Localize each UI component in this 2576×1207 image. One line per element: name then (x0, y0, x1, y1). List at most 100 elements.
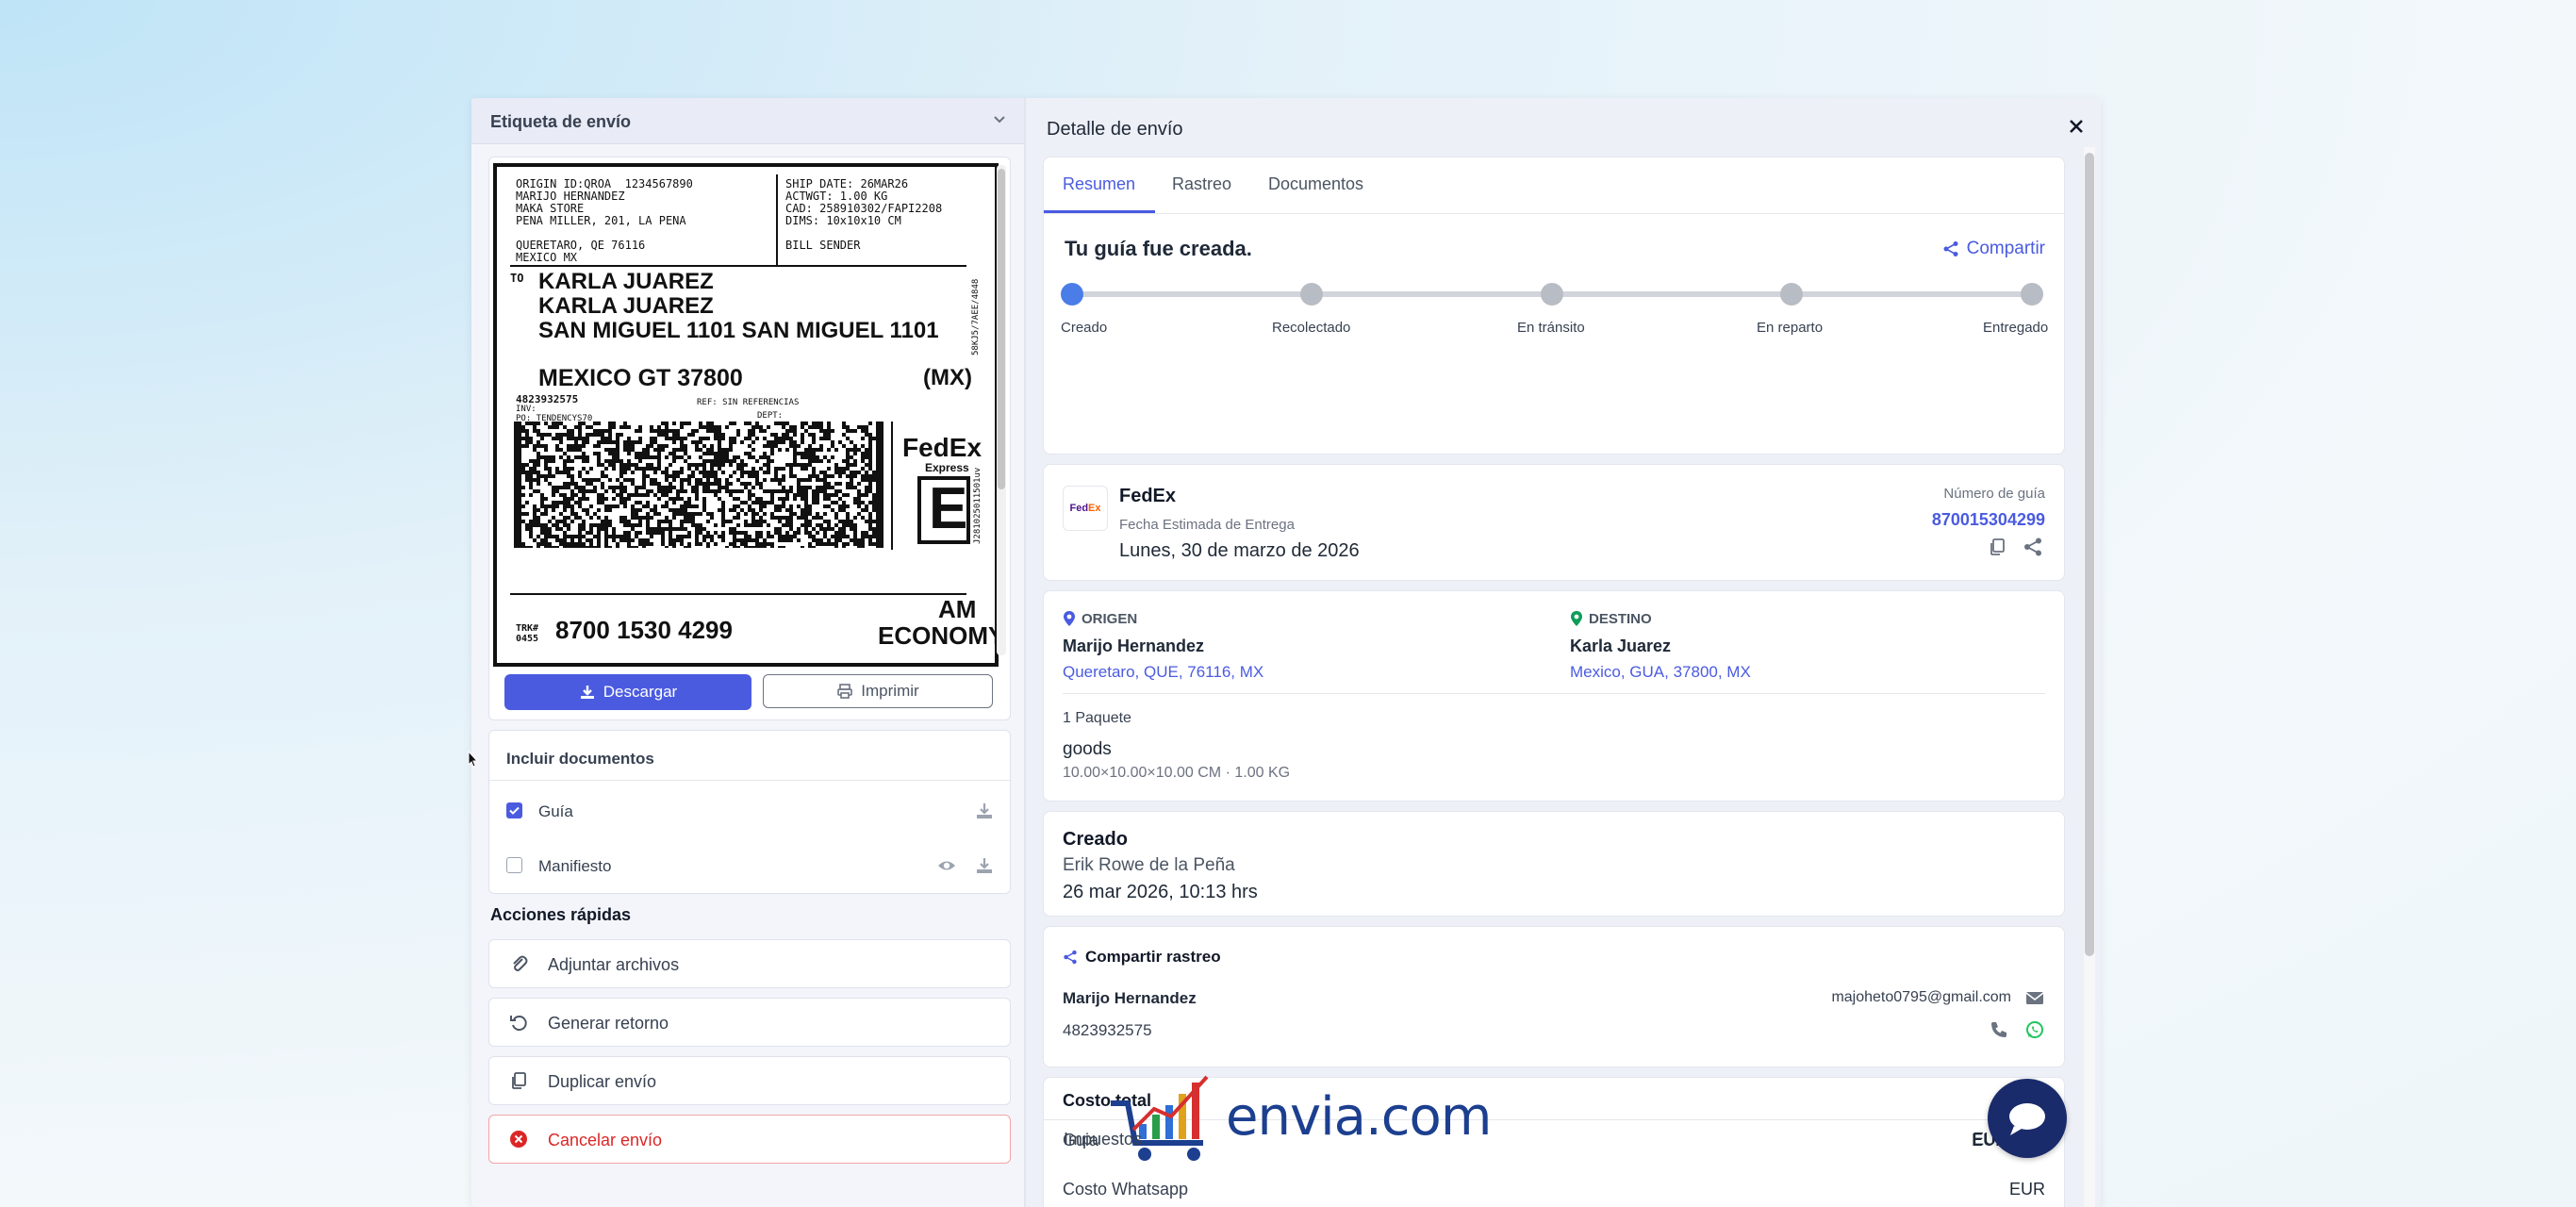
active-tab-indicator (1044, 210, 1155, 213)
step-dot-collected (1300, 283, 1323, 306)
cart-chart-icon (1111, 1075, 1209, 1161)
label-to-line1: KARLA JUAREZ (538, 269, 714, 294)
cost-value: EUR (2008, 1180, 2045, 1199)
label-origin-block: ORIGIN ID:QROA 1234567890 MARIJO HERNAND… (516, 177, 693, 264)
step-label-delivered: Entregado (1983, 320, 2049, 336)
label-side-code: 58KJ5/7AEE/4848 (971, 278, 981, 355)
print-button[interactable]: Imprimir (763, 674, 993, 708)
share-icon (1943, 241, 1958, 256)
eta-label: Fecha Estimada de Entrega (1119, 517, 1295, 533)
origin-heading-label: ORIGEN (1082, 610, 1138, 627)
created-by: Erik Rowe de la Peña (1063, 855, 1235, 875)
download-button[interactable]: Descargar (504, 674, 751, 710)
label-side-code-2: J281025011501uv (973, 467, 983, 544)
share-tracking-name: Marijo Hernandez (1063, 989, 1197, 1007)
generate-return-label: Generar retorno (548, 1014, 669, 1033)
share-tracking-title: Compartir rastreo (1085, 948, 1221, 966)
created-card: Creado Erik Rowe de la Peña 26 mar 2026,… (1043, 811, 2065, 917)
download-icon (580, 686, 594, 699)
doc-label-manifiesto: Manifiesto (538, 857, 612, 875)
cancel-shipment-label: Cancelar envío (548, 1131, 663, 1149)
envelope-icon[interactable] (2024, 987, 2045, 1008)
close-icon[interactable] (2065, 115, 2088, 138)
destination-name: Karla Juarez (1570, 637, 1672, 655)
cancel-shipment-button[interactable]: Cancelar envío (488, 1115, 1011, 1164)
origin-address[interactable]: Queretaro, QUE, 76116, MX (1063, 663, 1263, 682)
map-pin-icon (1571, 611, 1582, 626)
tab-documentos[interactable]: Documentos (1268, 174, 1363, 194)
include-documents-card: Incluir documentos Guía Manifiesto (488, 730, 1011, 894)
share-button[interactable]: Compartir (1942, 239, 2045, 259)
carrier-card: Fed Ex FedEx Fecha Estimada de Entrega Lu… (1043, 464, 2065, 581)
label-am: AM (938, 595, 977, 623)
doc-label-guia: Guía (538, 802, 573, 820)
origin-name: Marijo Hernandez (1063, 637, 1205, 655)
print-label: Imprimir (861, 682, 919, 700)
destination-address[interactable]: Mexico, GUA, 37800, MX (1570, 663, 1751, 682)
phone-icon[interactable] (1989, 1019, 2009, 1040)
step-dot-in-transit (1541, 283, 1563, 306)
paperclip-icon (513, 955, 528, 971)
share-icon (1064, 950, 1077, 965)
label-fedex: FedEx (902, 433, 983, 462)
label-panel-header[interactable]: Etiqueta de envío (471, 98, 1024, 144)
download-icon[interactable] (974, 855, 995, 876)
share-tracking-phone: 4823932575 (1063, 1021, 1152, 1039)
duplicate-shipment-label: Duplicar envío (548, 1072, 657, 1091)
cancel-icon (510, 1131, 527, 1148)
detail-scrollbar-thumb[interactable] (2085, 153, 2094, 956)
doc-row-guia[interactable]: Guía (506, 797, 997, 825)
duplicate-shipment-button[interactable]: Duplicar envío (488, 1056, 1011, 1105)
label-scrollbar-thumb[interactable] (998, 169, 1005, 489)
created-title: Tu guía fue creada. (1065, 237, 1252, 260)
label-to-city: MEXICO GT 37800 (538, 365, 743, 391)
guia-checkbox[interactable] (506, 802, 522, 818)
tab-rastreo[interactable]: Rastreo (1172, 174, 1231, 194)
undo-icon (510, 1016, 527, 1032)
label-express: Express (925, 461, 969, 474)
guide-number-label: Número de guía (1943, 486, 2045, 502)
generate-return-button[interactable]: Generar retorno (488, 998, 1011, 1047)
step-dot-delivered (2021, 283, 2043, 306)
package-name: goods (1063, 739, 1112, 759)
cost-label: Impuestos (1064, 1130, 1143, 1149)
created-date: 26 mar 2026, 10:13 hrs (1063, 882, 1258, 902)
barcode-2d (514, 422, 883, 548)
label-trk: TRK# 0455 (516, 623, 539, 644)
chevron-down-icon[interactable] (990, 109, 1009, 128)
label-tracking: 8700 1530 4299 (555, 616, 733, 644)
download-icon[interactable] (974, 801, 995, 821)
mouse-cursor-icon (468, 751, 477, 768)
quick-actions-title: Acciones rápidas (490, 905, 632, 924)
tab-resumen[interactable]: Resumen (1063, 174, 1135, 194)
attach-files-button[interactable]: Adjuntar archivos (488, 939, 1011, 988)
eye-icon[interactable] (936, 855, 957, 876)
route-card: ORIGEN Marijo Hernandez Queretaro, QUE, … (1043, 590, 2065, 802)
eta-value: Lunes, 30 de marzo de 2026 (1119, 540, 1360, 561)
attach-files-label: Adjuntar archivos (548, 955, 680, 974)
detail-title: Detalle de envío (1047, 119, 1183, 140)
label-inv: INV: PO: TENDENCYS70 (516, 405, 593, 423)
step-label-in-transit: En tránsito (1517, 320, 1585, 336)
map-pin-icon (1064, 611, 1075, 626)
step-label-collected: Recolectado (1272, 320, 1351, 336)
carrier-name: FedEx (1119, 486, 1177, 506)
chat-button[interactable] (1988, 1079, 2067, 1158)
label-service-letter: E (929, 476, 968, 541)
shipment-detail-panel: Detalle de envío Resumen Rastreo Documen… (1026, 98, 2101, 1207)
step-label-created: Creado (1061, 320, 1108, 336)
label-economy: ECONOMY (878, 621, 999, 650)
envia-brand-logo: envia.com (1105, 1071, 1492, 1166)
share-icon[interactable] (2023, 537, 2043, 557)
guide-number[interactable]: 870015304299 (1932, 510, 2045, 530)
doc-row-manifiesto[interactable]: Manifiesto (506, 852, 997, 880)
package-count: 1 Paquete (1063, 710, 1131, 726)
printer-icon (837, 684, 853, 699)
chat-bubble-icon (2009, 1103, 2045, 1135)
step-dot-created (1061, 283, 1083, 306)
copy-icon[interactable] (1987, 537, 2007, 557)
whatsapp-icon[interactable] (2024, 1019, 2045, 1040)
manifiesto-checkbox[interactable] (506, 857, 522, 873)
label-to-line2: KARLA JUAREZ (538, 293, 714, 319)
origin-heading: ORIGEN (1063, 610, 1137, 627)
